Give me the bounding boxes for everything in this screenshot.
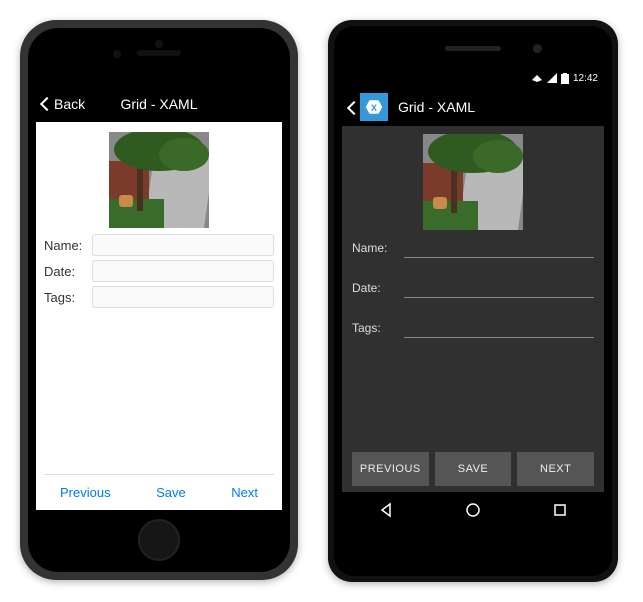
previous-button[interactable]: Previous (60, 485, 111, 500)
android-device-frame: 12:42 X Grid - XAML (328, 20, 618, 582)
ios-navigation-bar: Back Grid - XAML (36, 86, 282, 122)
ios-toolbar: Previous Save Next (44, 474, 274, 510)
date-input[interactable] (404, 276, 594, 298)
chevron-left-icon (40, 97, 54, 111)
nav-recent-icon[interactable] (552, 502, 568, 518)
android-camera (533, 44, 542, 53)
tags-input[interactable] (404, 316, 594, 338)
iphone-sensor (155, 40, 163, 48)
android-status-bar: 12:42 (342, 68, 604, 88)
photo-preview (109, 132, 209, 228)
wifi-icon (531, 73, 543, 83)
save-button[interactable]: SAVE (435, 452, 512, 486)
signal-icon (547, 73, 557, 83)
name-label: Name: (352, 241, 394, 258)
date-input[interactable] (92, 260, 274, 282)
date-label: Date: (44, 264, 86, 279)
battery-icon (561, 73, 569, 84)
xamarin-app-icon: X (360, 93, 388, 121)
tags-label: Tags: (44, 290, 86, 305)
next-button[interactable]: Next (231, 485, 258, 500)
android-nav-bar (342, 492, 604, 528)
name-label: Name: (44, 238, 86, 253)
iphone-speaker (137, 50, 181, 56)
tags-input[interactable] (92, 286, 274, 308)
iphone-camera (113, 50, 121, 58)
save-button[interactable]: Save (156, 485, 186, 500)
page-title: Grid - XAML (398, 99, 475, 115)
page-title: Grid - XAML (120, 96, 197, 112)
back-button[interactable]: Back (42, 96, 85, 112)
nav-home-icon[interactable] (465, 502, 481, 518)
home-button[interactable] (138, 519, 180, 561)
back-label: Back (54, 96, 85, 112)
status-time: 12:42 (573, 73, 598, 84)
previous-button[interactable]: PREVIOUS (352, 452, 429, 486)
name-input[interactable] (404, 236, 594, 258)
android-app-bar: X Grid - XAML (342, 88, 604, 126)
next-button[interactable]: NEXT (517, 452, 594, 486)
date-label: Date: (352, 281, 394, 298)
iphone-device-frame: Back Grid - XAML Name: (20, 20, 298, 580)
nav-back-icon[interactable] (378, 502, 394, 518)
name-input[interactable] (92, 234, 274, 256)
android-speaker (445, 46, 501, 51)
photo-preview (423, 134, 523, 230)
svg-text:X: X (371, 103, 377, 113)
tags-label: Tags: (352, 321, 394, 338)
